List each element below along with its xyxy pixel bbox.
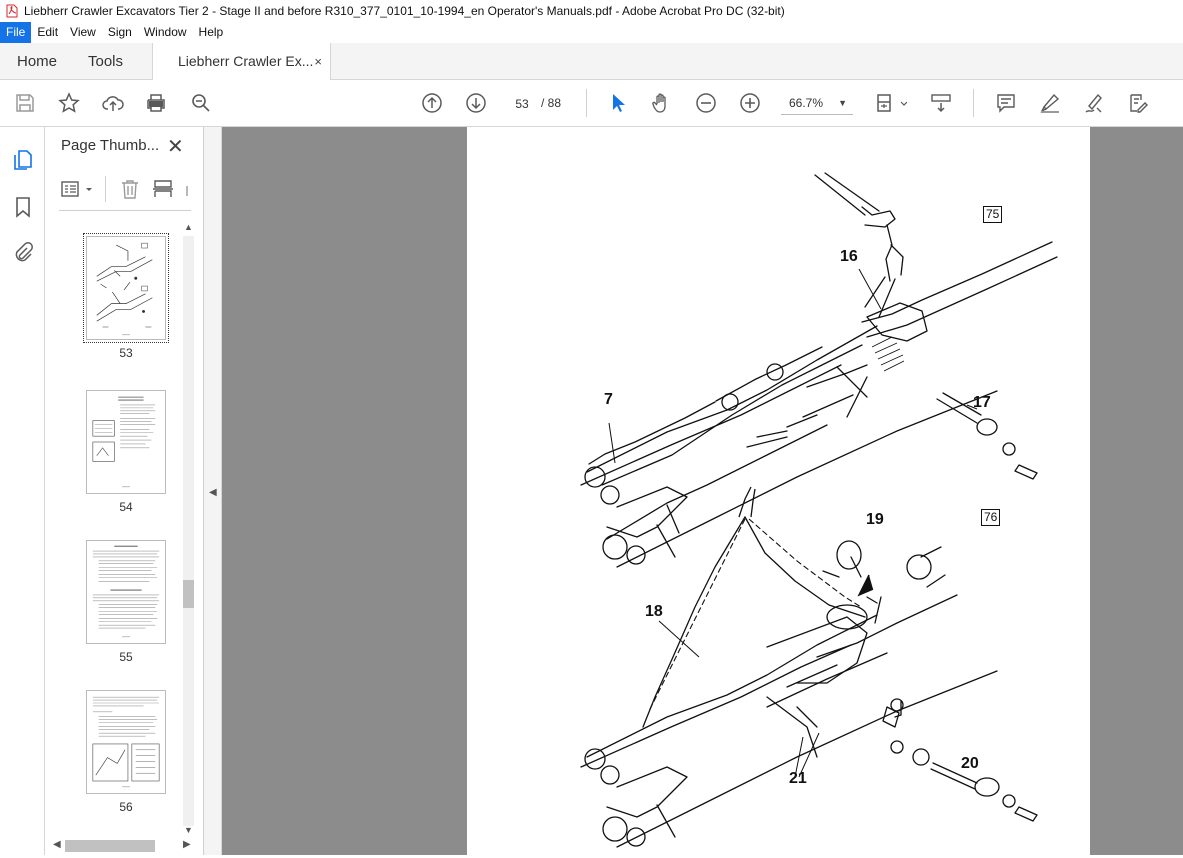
tab-document[interactable]: Liebherr Crawler Ex... × — [152, 43, 331, 81]
excavator-boom-illustration — [580, 172, 1058, 848]
callout-label: 20 — [961, 755, 979, 772]
scroll-left-icon[interactable]: ◀ — [53, 839, 61, 850]
menu-edit[interactable]: Edit — [31, 22, 64, 43]
menu-bar: File Edit View Sign Window Help — [0, 22, 1183, 43]
menu-window[interactable]: Window — [138, 22, 193, 43]
tab-document-label: Liebherr Crawler Ex... — [178, 53, 314, 69]
callout-label: 18 — [645, 603, 663, 620]
scroll-thumb[interactable] — [183, 580, 194, 608]
scroll-up-icon[interactable]: ▲ — [184, 222, 193, 232]
thumbnail-page-56[interactable] — [86, 690, 166, 794]
menu-file[interactable]: File — [0, 22, 32, 43]
thumbnail-page-53[interactable] — [83, 233, 169, 343]
highlight-pen-icon[interactable] — [1037, 90, 1063, 116]
panel-divider — [105, 176, 106, 202]
menu-sign[interactable]: Sign — [102, 22, 138, 43]
panel-collapse-strip[interactable]: ◀ — [204, 127, 222, 855]
callout-label: 7 — [604, 391, 613, 408]
pdf-page: 75 76 16 7 17 19 18 20 21 — [467, 127, 1090, 855]
zoom-level-value: 66.7% — [789, 96, 824, 110]
close-panel-button[interactable]: ✕ — [167, 134, 184, 159]
next-page-icon[interactable] — [463, 90, 489, 116]
left-navigation-rail — [0, 127, 45, 855]
delete-page-icon[interactable] — [119, 178, 141, 200]
thumbnail-label: 56 — [119, 800, 133, 814]
zoom-out-icon[interactable] — [693, 90, 719, 116]
menu-help[interactable]: Help — [193, 22, 230, 43]
thumbnail-label: 54 — [119, 500, 133, 514]
select-cursor-icon[interactable] — [605, 90, 631, 116]
document-viewport[interactable]: 75 76 16 7 17 19 18 20 21 — [222, 127, 1183, 855]
panel-toolbar — [59, 176, 191, 211]
title-bar: Liebherr Crawler Excavators Tier 2 - Sta… — [0, 0, 1183, 22]
callout-label: 16 — [840, 248, 858, 265]
edit-pdf-icon[interactable] — [1125, 90, 1151, 116]
page-number-input[interactable]: 53 — [508, 91, 536, 115]
thumbnail-label: 55 — [119, 650, 133, 664]
tab-tools[interactable]: Tools — [88, 43, 123, 80]
previous-page-icon[interactable] — [419, 90, 445, 116]
save-icon[interactable] — [12, 90, 38, 116]
figure-label: 76 — [981, 509, 1001, 526]
cloud-upload-icon[interactable] — [100, 90, 126, 116]
page-total: / 88 — [541, 96, 562, 110]
collapse-arrow-icon[interactable]: ◀ — [209, 487, 217, 498]
menu-view[interactable]: View — [64, 22, 102, 43]
callout-label: 19 — [866, 511, 884, 528]
thumbnail-page-55[interactable] — [86, 540, 166, 644]
thumbnail-horizontal-scrollbar[interactable]: ◀ ▶ — [51, 838, 195, 854]
thumbnail-options-icon[interactable] — [61, 179, 95, 201]
toolbar-divider — [973, 89, 974, 117]
zoom-level-select[interactable]: 66.7% ▼ — [781, 91, 853, 115]
scroll-track[interactable] — [183, 236, 194, 826]
more-tools-icon[interactable] — [183, 178, 191, 200]
page-thumbnails-icon[interactable] — [10, 147, 36, 173]
tab-home[interactable]: Home — [17, 43, 57, 80]
thumbnail-label: 53 — [119, 346, 133, 360]
thumbnail-list: 53 54 55 56 — [45, 222, 181, 842]
figure-label: 75 — [983, 206, 1003, 223]
rotate-page-icon[interactable] — [152, 178, 174, 200]
callout-label: 17 — [973, 394, 991, 411]
zoom-in-icon[interactable] — [737, 90, 763, 116]
scroll-right-icon[interactable]: ▶ — [183, 839, 191, 850]
main-toolbar: 53 / 88 66.7% ▼ — [0, 80, 1183, 127]
acrobat-app-icon — [6, 4, 18, 18]
print-icon[interactable] — [143, 90, 169, 116]
hand-tool-icon[interactable] — [649, 90, 675, 116]
tab-bar: Home Tools Liebherr Crawler Ex... × — [0, 43, 1183, 81]
bookmark-star-icon[interactable] — [56, 90, 82, 116]
page-thumbnails-panel: Page Thumb... ✕ 53 54 55 56 ▲ ▼ ◀ ▶ — [45, 127, 204, 855]
page-fit-icon[interactable] — [873, 90, 909, 116]
search-zoom-icon[interactable] — [188, 90, 214, 116]
callout-label: 21 — [789, 770, 807, 787]
close-tab-button[interactable]: × — [314, 43, 322, 80]
toolbar-divider — [586, 89, 587, 117]
comment-icon[interactable] — [993, 90, 1019, 116]
attachment-icon[interactable] — [10, 239, 36, 265]
scroll-down-icon[interactable]: ▼ — [184, 825, 193, 835]
chevron-down-icon: ▼ — [838, 98, 847, 108]
bookmark-icon[interactable] — [10, 194, 36, 220]
panel-title: Page Thumb... — [61, 137, 160, 154]
scroll-mode-icon[interactable] — [928, 90, 954, 116]
thumbnail-vertical-scrollbar[interactable]: ▲ ▼ — [182, 222, 195, 837]
window-title: Liebherr Crawler Excavators Tier 2 - Sta… — [24, 4, 785, 18]
thumbnail-page-54[interactable] — [86, 390, 166, 494]
draw-sign-icon[interactable] — [1081, 90, 1107, 116]
scroll-thumb[interactable] — [65, 840, 155, 852]
